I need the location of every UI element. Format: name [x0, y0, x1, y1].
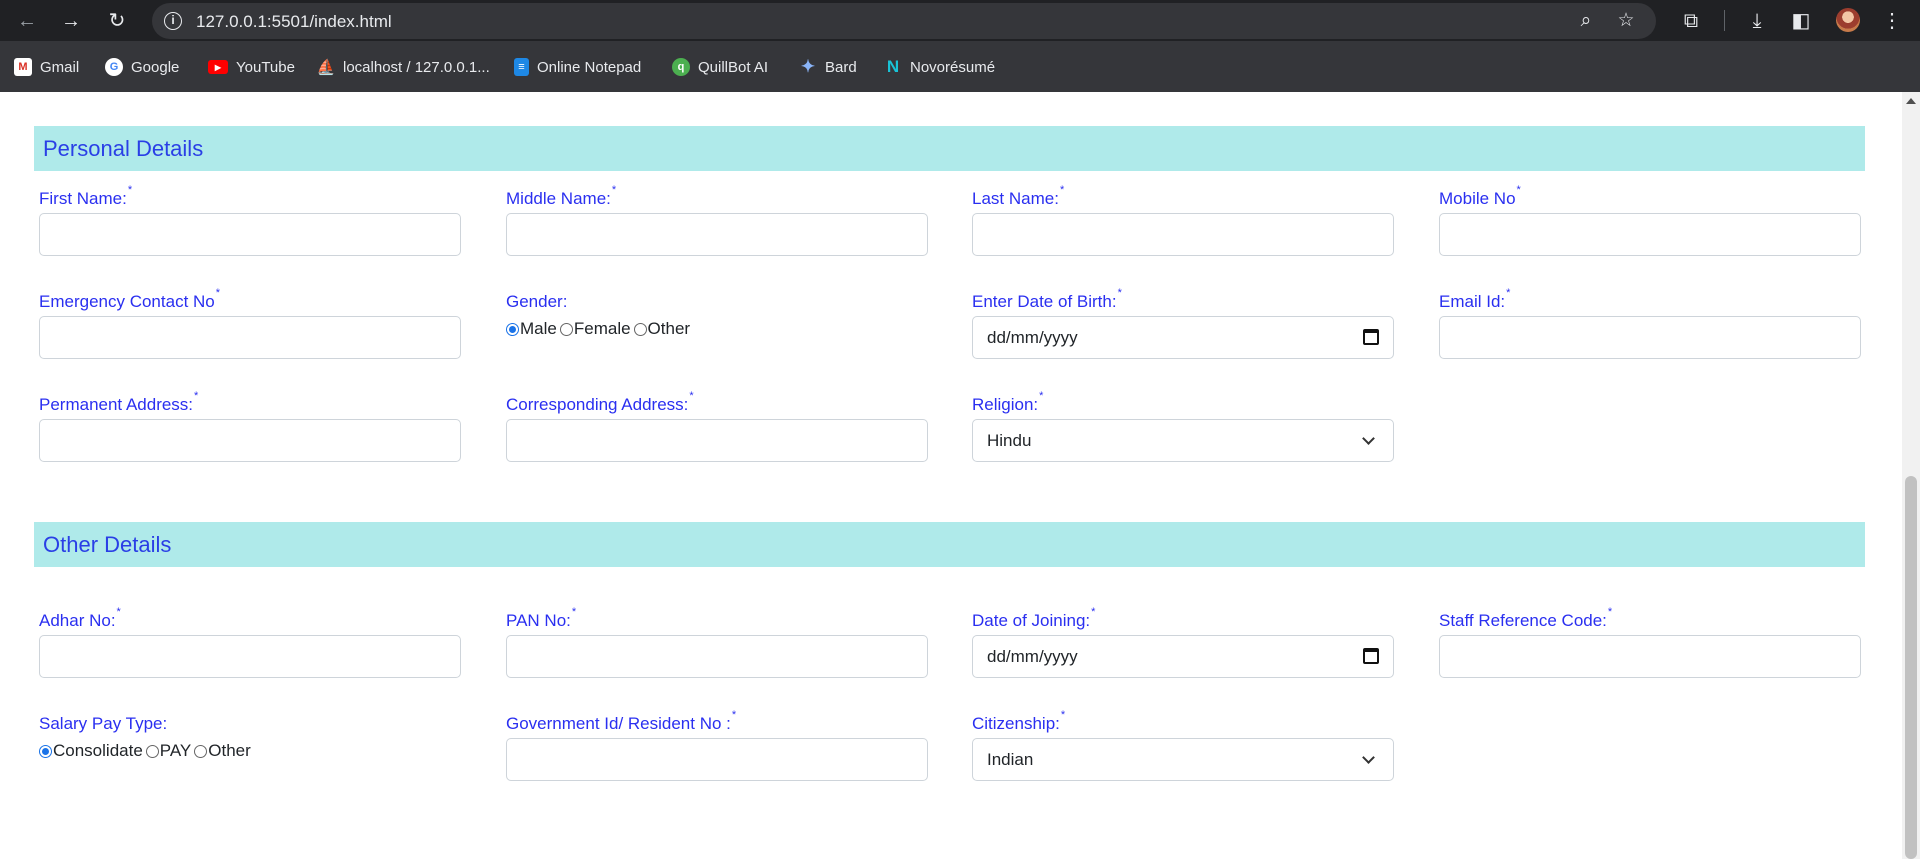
- mobile-label: Mobile No*: [1439, 184, 1521, 208]
- toolbar-divider: [1724, 10, 1725, 31]
- staff-ref-label: Staff Reference Code:*: [1439, 606, 1613, 630]
- doj-date-input[interactable]: dd/mm/yyyy: [972, 635, 1394, 678]
- calendar-icon[interactable]: [1363, 329, 1379, 345]
- personal-details-header: Personal Details: [34, 126, 1865, 171]
- salary-other-radio[interactable]: [194, 744, 208, 758]
- govt-id-input[interactable]: [506, 738, 928, 781]
- download-icon[interactable]: ⤓: [1742, 6, 1772, 36]
- quillbot-icon: q: [672, 58, 690, 76]
- calendar-icon[interactable]: [1363, 648, 1379, 664]
- reload-icon[interactable]: ↻: [102, 6, 132, 36]
- scroll-up-arrow-icon[interactable]: [1906, 98, 1916, 104]
- bard-sparkle-icon: ✦: [800, 57, 816, 76]
- gender-label: Gender:: [506, 292, 568, 311]
- chevron-down-icon: [1362, 751, 1375, 764]
- govt-id-label: Government Id/ Resident No :*: [506, 709, 737, 733]
- adhar-input[interactable]: [39, 635, 461, 678]
- salary-consolidate-radio[interactable]: [39, 744, 52, 758]
- bookmark-google[interactable]: G Google: [105, 56, 179, 78]
- back-icon[interactable]: ←: [12, 6, 42, 36]
- citizenship-label: Citizenship:*: [972, 709, 1066, 733]
- emergency-contact-input[interactable]: [39, 316, 461, 359]
- corresponding-address-input[interactable]: [506, 419, 928, 462]
- email-input[interactable]: [1439, 316, 1861, 359]
- profile-avatar[interactable]: [1836, 8, 1860, 32]
- address-bar[interactable]: i 127.0.0.1:5501/index.html ⌕ ☆: [152, 3, 1656, 39]
- dob-label: Enter Date of Birth:*: [972, 287, 1122, 311]
- first-name-input[interactable]: [39, 213, 461, 256]
- bookmark-youtube[interactable]: ▶ YouTube: [208, 56, 295, 78]
- gender-other-radio[interactable]: [633, 322, 647, 336]
- staff-ref-input[interactable]: [1439, 635, 1861, 678]
- religion-label: Religion:*: [972, 390, 1044, 414]
- scroll-thumb[interactable]: [1905, 476, 1917, 859]
- corresponding-address-label: Corresponding Address:*: [506, 390, 694, 414]
- permanent-address-input[interactable]: [39, 419, 461, 462]
- gender-radio-group: Male Female Other: [506, 319, 693, 339]
- side-panel-icon[interactable]: ◧: [1786, 6, 1816, 36]
- pan-label: PAN No:*: [506, 606, 577, 630]
- salary-pay-radio[interactable]: [145, 744, 159, 758]
- email-label: Email Id:*: [1439, 287, 1511, 311]
- notepad-icon: ≡: [514, 58, 529, 76]
- bookmark-localhost[interactable]: ⛵ localhost / 127.0.0.1...: [317, 56, 490, 78]
- doj-label: Date of Joining:*: [972, 606, 1096, 630]
- last-name-label: Last Name:*: [972, 184, 1065, 208]
- permanent-address-label: Permanent Address:*: [39, 390, 199, 414]
- bookmarks-bar: M Gmail G Google ▶ YouTube ⛵ localhost /…: [0, 41, 1920, 92]
- mobile-input[interactable]: [1439, 213, 1861, 256]
- site-info-icon[interactable]: i: [164, 12, 182, 30]
- forward-icon[interactable]: →: [56, 6, 86, 36]
- bookmark-novoresume[interactable]: N Novorésumé: [884, 56, 995, 78]
- extensions-icon[interactable]: ⧉: [1676, 6, 1706, 36]
- bookmark-bard[interactable]: ✦ Bard: [799, 56, 857, 78]
- youtube-icon: ▶: [208, 60, 228, 74]
- bookmark-online-notepad[interactable]: ≡ Online Notepad: [514, 56, 641, 78]
- gmail-icon: M: [14, 58, 32, 76]
- page-content: [0, 92, 1920, 859]
- zoom-icon[interactable]: ⌕: [1574, 9, 1598, 33]
- religion-select[interactable]: Hindu: [972, 419, 1394, 462]
- middle-name-label: Middle Name:*: [506, 184, 617, 208]
- other-details-header: Other Details: [34, 522, 1865, 567]
- section-title: Other Details: [43, 532, 172, 557]
- bookmark-quillbot[interactable]: q QuillBot AI: [672, 56, 768, 78]
- page-scrollbar[interactable]: [1902, 92, 1920, 859]
- adhar-label: Adhar No:*: [39, 606, 121, 630]
- gender-female-radio[interactable]: [559, 322, 573, 336]
- novoresume-icon: N: [886, 57, 900, 76]
- menu-icon[interactable]: ⋮: [1877, 6, 1907, 36]
- pan-input[interactable]: [506, 635, 928, 678]
- bookmark-star-icon[interactable]: ☆: [1614, 9, 1638, 33]
- middle-name-input[interactable]: [506, 213, 928, 256]
- chevron-down-icon: [1362, 432, 1375, 445]
- emergency-contact-label: Emergency Contact No*: [39, 287, 221, 311]
- salary-radio-group: Consolidate PAY Other: [39, 741, 254, 761]
- browser-toolbar: ← → ↻ i 127.0.0.1:5501/index.html ⌕ ☆ ⧉ …: [0, 0, 1920, 41]
- salary-type-label: Salary Pay Type:: [39, 714, 168, 733]
- dob-date-input[interactable]: dd/mm/yyyy: [972, 316, 1394, 359]
- first-name-label: First Name:*: [39, 184, 133, 208]
- bookmark-gmail[interactable]: M Gmail: [14, 56, 79, 78]
- section-title: Personal Details: [43, 136, 204, 161]
- citizenship-select[interactable]: Indian: [972, 738, 1394, 781]
- last-name-input[interactable]: [972, 213, 1394, 256]
- phpmyadmin-icon: ⛵: [316, 59, 336, 76]
- gender-male-radio[interactable]: [506, 322, 519, 336]
- google-icon: G: [105, 58, 123, 76]
- url-text[interactable]: 127.0.0.1:5501/index.html: [196, 12, 392, 32]
